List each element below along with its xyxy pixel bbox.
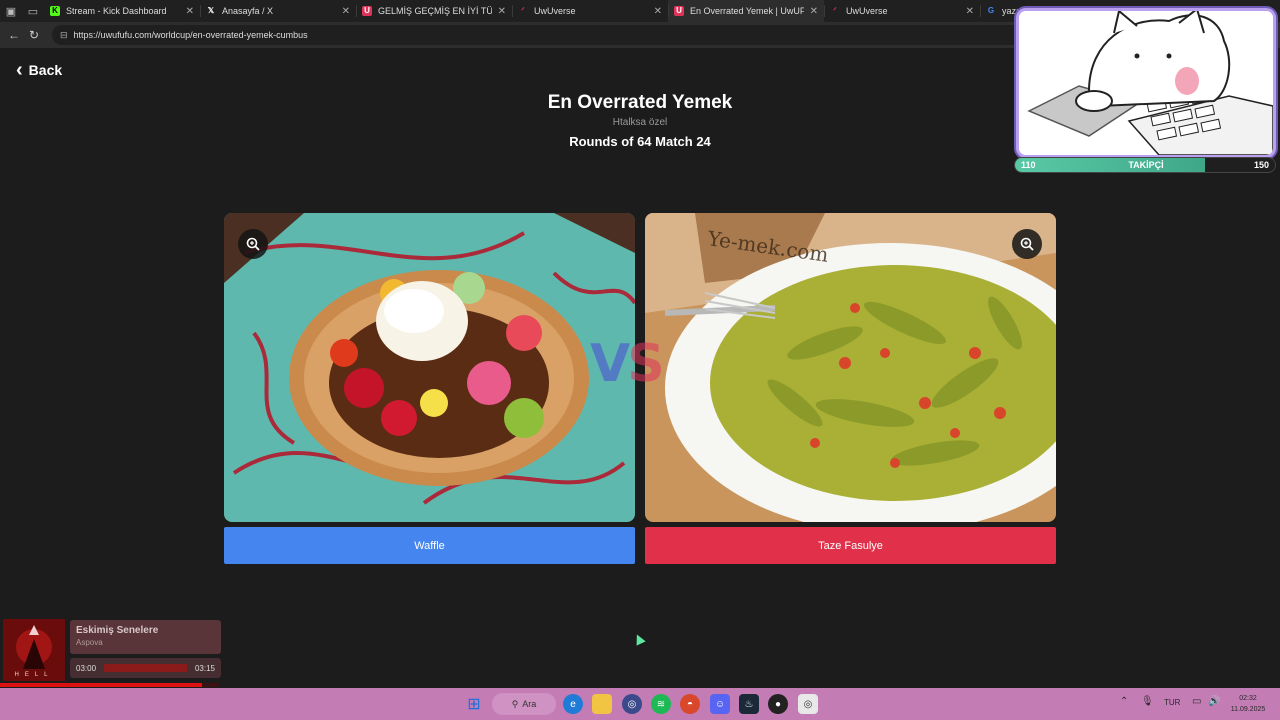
tab-actions-icon[interactable]: ▭ — [22, 0, 44, 22]
uwuverse-icon: ᐟ — [833, 6, 837, 15]
tab-title: Stream - Kick Dashboard — [66, 6, 167, 16]
green-beans-photo: Ye-mek.com — [645, 213, 1056, 522]
back-button[interactable]: ‹ Back — [16, 59, 63, 81]
album-cover: HELL — [3, 619, 65, 681]
clock-date: 11.09.2025 — [1230, 706, 1266, 713]
tab-turk-dizi[interactable]: U GELMİŞ GEÇMİŞ EN İYİ TÜRK DİZİ... ✕ — [356, 0, 512, 22]
language-indicator[interactable]: TUR — [1164, 698, 1180, 707]
close-tab-icon[interactable]: ✕ — [342, 6, 350, 17]
close-tab-icon[interactable]: ✕ — [498, 6, 506, 17]
back-arrow-icon[interactable]: ← — [4, 25, 24, 45]
tab-en-overrated-yemek[interactable]: U En Overrated Yemek | UwUFUFU ✕ — [668, 0, 824, 22]
file-explorer-icon[interactable] — [592, 694, 612, 714]
music-progress-track — [0, 683, 220, 687]
taskbar-clock[interactable]: 02:32 11.09.2025 — [1222, 693, 1274, 715]
uwufufu-icon: U — [362, 6, 372, 16]
tab-uwuverse[interactable]: ᐟ UwUverse ✕ — [512, 0, 668, 22]
tab-title: UwUverse — [534, 6, 576, 16]
total-time: 03:15 — [194, 663, 215, 673]
tray-chevron-up-icon[interactable]: ⌃ — [1120, 696, 1128, 707]
tab-kick-dashboard[interactable]: K Stream - Kick Dashboard ✕ — [44, 0, 200, 22]
app-circle-icon[interactable]: ◎ — [622, 694, 642, 714]
url-text: https://uwufufu.com/worldcup/en-overrate… — [73, 30, 308, 40]
back-label: Back — [28, 62, 63, 78]
x-icon: 𝕏 — [207, 6, 215, 15]
network-icon[interactable]: ▭ — [1192, 696, 1201, 707]
vs-label: VS — [590, 334, 665, 394]
obs-icon[interactable]: ● — [768, 694, 788, 714]
elapsed-time: 03:00 — [76, 663, 97, 673]
site-info-icon[interactable]: ⊟ — [60, 30, 68, 41]
song-artist: Aspova — [76, 638, 103, 647]
app-orange-icon[interactable]: ◓ — [680, 694, 700, 714]
now-playing-widget: HELL Eskimiş Senelere Aspova 03:00 03:15 — [3, 619, 221, 681]
spotify-icon[interactable]: ≋ — [651, 694, 671, 714]
tab-uwuverse-2[interactable]: ᐟ UwUverse ✕ — [824, 0, 980, 22]
tab-title: Anasayfa / X — [222, 6, 274, 16]
clock-time: 02:32 — [1239, 695, 1257, 702]
refresh-icon[interactable]: ↻ — [24, 25, 44, 45]
stream-cat-overlay — [1016, 8, 1276, 158]
active-app-icon[interactable]: ◎ — [798, 694, 818, 714]
microphone-icon[interactable]: 🎙 — [1141, 696, 1154, 707]
edge-browser-icon[interactable]: e — [563, 694, 583, 714]
left-choice-image[interactable] — [224, 213, 635, 522]
choose-waffle-button[interactable]: Waffle — [224, 527, 635, 564]
bongo-cat-icon — [1019, 11, 1273, 155]
tab-title: En Overrated Yemek | UwUFUFU — [690, 6, 804, 16]
mouse-cursor-icon — [632, 632, 646, 646]
workspaces-icon[interactable]: ▣ — [0, 0, 22, 22]
close-tab-icon[interactable]: ✕ — [810, 6, 818, 17]
discord-icon[interactable]: ☺ — [710, 694, 730, 714]
steam-icon[interactable]: ♨ — [739, 694, 759, 714]
close-tab-icon[interactable]: ✕ — [186, 6, 194, 17]
volume-icon[interactable]: 🔊 — [1208, 696, 1220, 707]
song-progress-bar — [104, 664, 187, 672]
uwuverse-icon: ᐟ — [521, 6, 525, 15]
uwufufu-icon: U — [674, 6, 684, 16]
zoom-icon[interactable] — [1012, 229, 1042, 259]
waffle-photo — [224, 213, 635, 522]
zoom-icon[interactable] — [238, 229, 268, 259]
follower-label: TAKİPÇİ — [1128, 160, 1164, 170]
tab-title: UwUverse — [846, 6, 888, 16]
kick-icon: K — [50, 6, 60, 16]
follower-goal: 150 — [1253, 160, 1269, 170]
song-title: Eskimiş Senelere — [76, 625, 159, 636]
taskbar: ⊞ ⚲ Ara e ◎ ≋ ◓ ☺ ♨ ● ◎ ⌃ 🎙 TUR ▭ 🔊 02:3… — [0, 688, 1280, 720]
tab-x-home[interactable]: 𝕏 Anasayfa / X ✕ — [200, 0, 356, 22]
close-tab-icon[interactable]: ✕ — [654, 6, 662, 17]
windows-start-icon[interactable]: ⊞ — [464, 694, 484, 714]
album-cover-text: HELL — [14, 672, 54, 678]
close-tab-icon[interactable]: ✕ — [966, 6, 974, 17]
address-bar[interactable]: ⊟ https://uwufufu.com/worldcup/en-overra… — [52, 25, 1052, 45]
google-icon: G — [987, 6, 995, 15]
music-progress-fill — [0, 683, 203, 687]
follower-goal-bar: 110 TAKİPÇİ 150 — [1014, 157, 1276, 173]
choose-taze-fasulye-button[interactable]: Taze Fasulye — [645, 527, 1056, 564]
search-label: Ara — [522, 699, 537, 709]
search-icon: ⚲ — [511, 698, 519, 709]
chevron-left-icon: ‹ — [16, 59, 23, 81]
right-choice-image[interactable]: Ye-mek.com — [645, 213, 1056, 522]
taskbar-search[interactable]: ⚲ Ara — [492, 693, 556, 715]
tab-title: GELMİŞ GEÇMİŞ EN İYİ TÜRK DİZİ... — [378, 6, 492, 16]
